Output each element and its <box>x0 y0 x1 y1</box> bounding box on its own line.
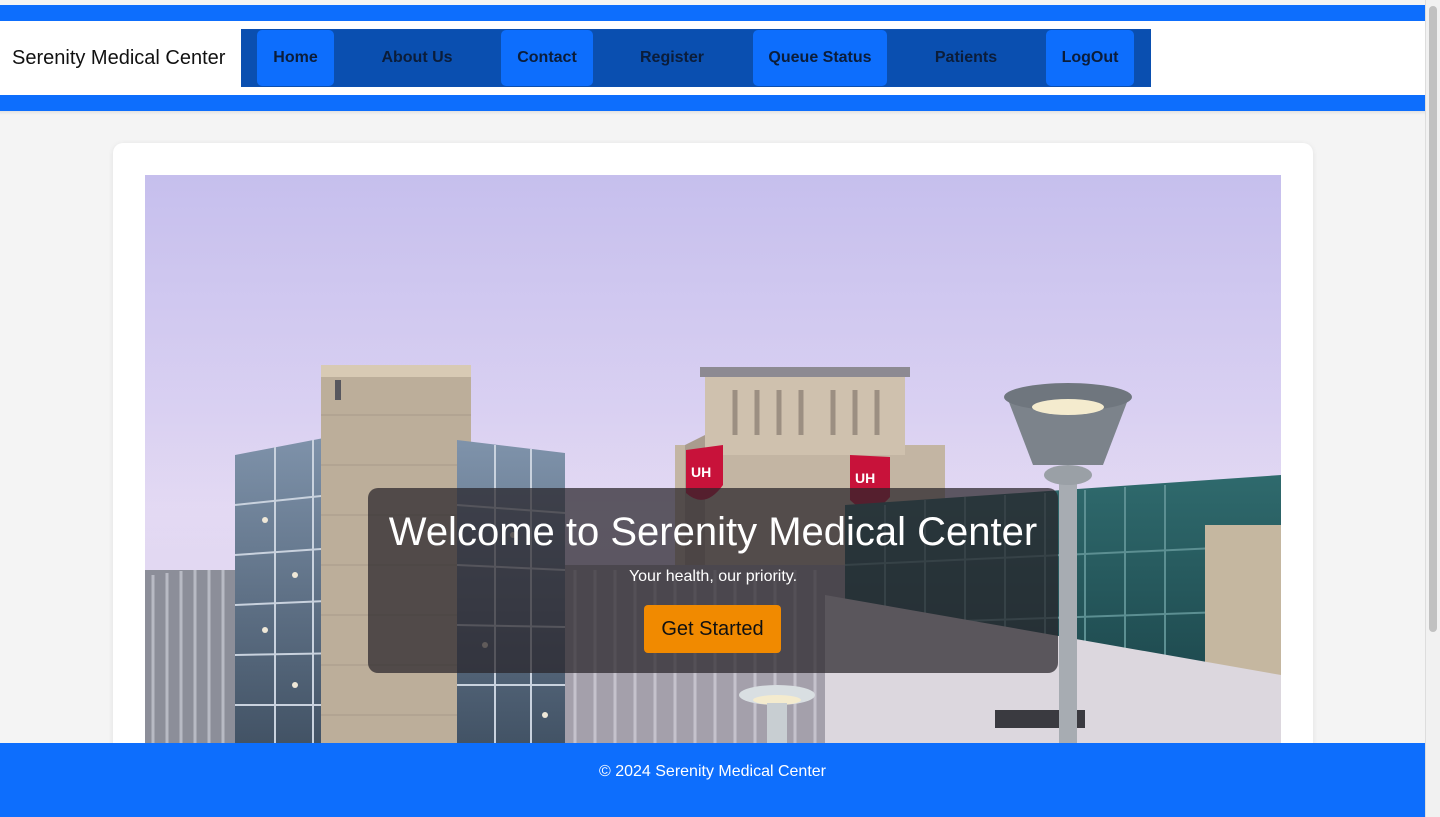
hero-banner: UH UH Welcome to Serenity Medical Center… <box>145 175 1281 775</box>
nav-about-us[interactable]: About Us <box>366 30 468 86</box>
hero-title: Welcome to Serenity Medical Center <box>388 510 1038 554</box>
header-bottom-strip <box>0 95 1425 111</box>
footer-copyright: © 2024 Serenity Medical Center <box>598 763 826 780</box>
uh-sign-right-text: UH <box>855 470 875 486</box>
page: Serenity Medical Center Home About Us Co… <box>0 0 1425 817</box>
hospital-building-image: UH UH <box>145 175 1281 775</box>
scrollbar-thumb[interactable] <box>1429 6 1437 632</box>
get-started-button[interactable]: Get Started <box>644 605 781 653</box>
header-shadow <box>0 111 1425 115</box>
main-nav: Home About Us Contact Register Queue Sta… <box>241 29 1151 87</box>
page-scrollbar[interactable] <box>1425 0 1440 817</box>
hero-overlay: Welcome to Serenity Medical Center Your … <box>368 488 1058 673</box>
site-header: Serenity Medical Center Home About Us Co… <box>0 21 1425 95</box>
nav-queue-status[interactable]: Queue Status <box>753 30 887 86</box>
nav-patients[interactable]: Patients <box>919 30 1013 86</box>
header-top-strip <box>0 5 1425 21</box>
site-brand[interactable]: Serenity Medical Center <box>12 47 225 69</box>
nav-logout[interactable]: LogOut <box>1046 30 1134 86</box>
hero-card: UH UH Welcome to Serenity Medical Center… <box>113 143 1313 783</box>
nav-home[interactable]: Home <box>257 30 334 86</box>
nav-register[interactable]: Register <box>623 30 721 86</box>
uh-sign-left-text: UH <box>691 464 711 480</box>
nav-contact[interactable]: Contact <box>501 30 593 86</box>
site-footer: © 2024 Serenity Medical Center <box>0 743 1425 817</box>
hero-tagline: Your health, our priority. <box>628 568 798 585</box>
